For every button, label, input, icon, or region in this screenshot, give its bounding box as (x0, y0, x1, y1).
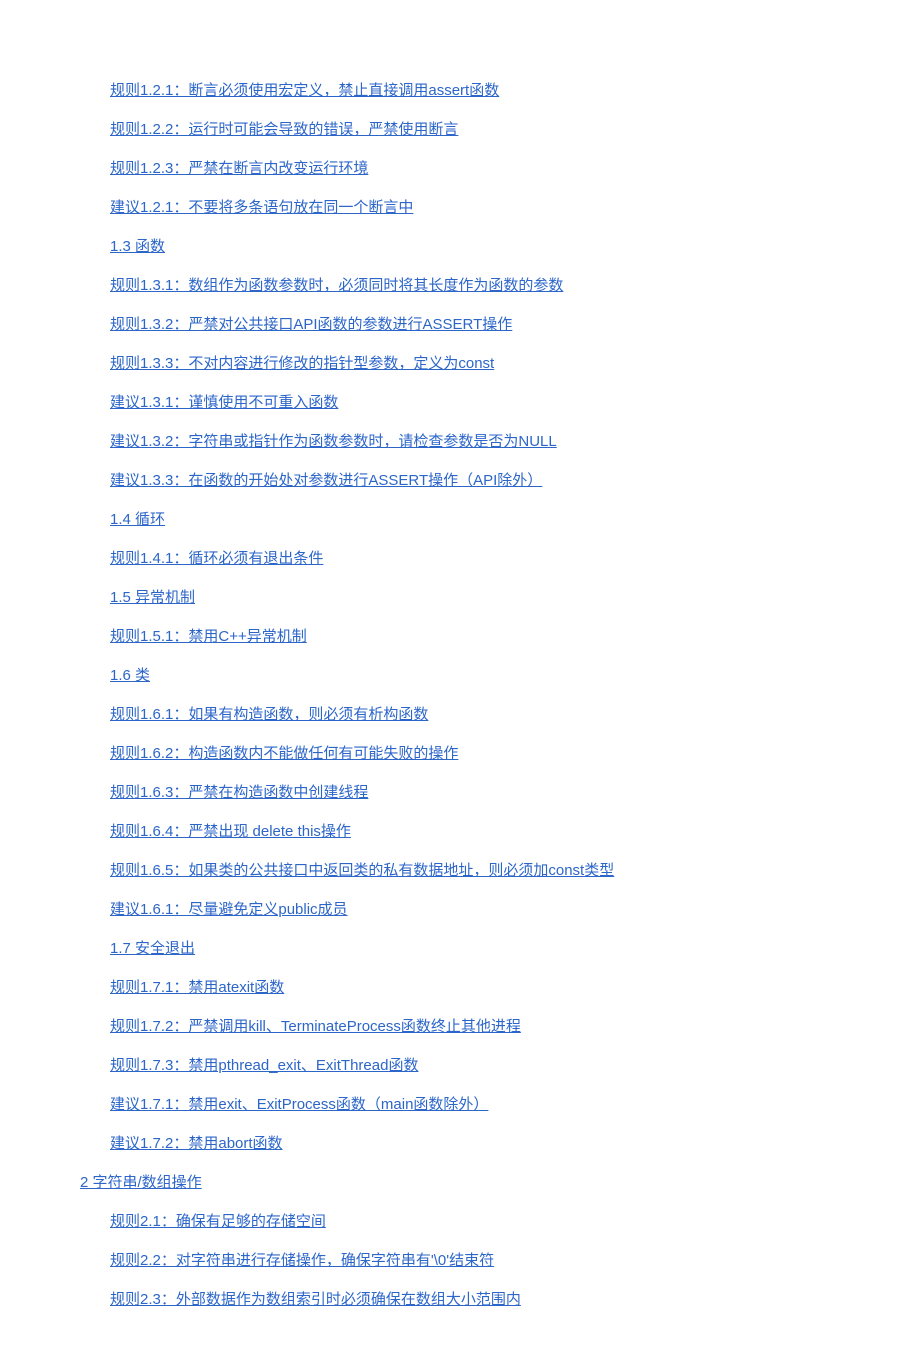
toc-link[interactable]: 1.5 异常机制 (110, 589, 195, 606)
toc-entry: 规则1.6.2：构造函数内不能做任何有可能失败的操作 (110, 743, 880, 764)
toc-entry: 规则1.6.5：如果类的公共接口中返回类的私有数据地址，则必须加const类型 (110, 860, 880, 881)
toc-link[interactable]: 规则1.3.1：数组作为函数参数时，必须同时将其长度作为函数的参数 (110, 277, 563, 294)
toc-entry: 建议1.2.1：不要将多条语句放在同一个断言中 (110, 197, 880, 218)
toc-link[interactable]: 规则1.6.3：严禁在构造函数中创建线程 (110, 784, 368, 801)
toc-link[interactable]: 1.6 类 (110, 667, 150, 684)
toc-link[interactable]: 建议1.6.1：尽量避免定义public成员 (110, 901, 348, 918)
toc-link[interactable]: 规则1.6.5：如果类的公共接口中返回类的私有数据地址，则必须加const类型 (110, 862, 614, 879)
toc-link[interactable]: 规则1.6.1：如果有构造函数，则必须有析构函数 (110, 706, 428, 723)
toc-entry: 1.7 安全退出 (110, 938, 880, 959)
toc-link[interactable]: 1.3 函数 (110, 238, 165, 255)
toc-entry: 规则1.3.2：严禁对公共接口API函数的参数进行ASSERT操作 (110, 314, 880, 335)
toc-link[interactable]: 规则1.3.3：不对内容进行修改的指针型参数，定义为const (110, 355, 494, 372)
toc-entry: 建议1.7.2：禁用abort函数 (110, 1133, 880, 1154)
toc-entry: 规则1.3.1：数组作为函数参数时，必须同时将其长度作为函数的参数 (110, 275, 880, 296)
toc-entry: 规则1.5.1：禁用C++异常机制 (110, 626, 880, 647)
toc-entry: 规则1.6.3：严禁在构造函数中创建线程 (110, 782, 880, 803)
toc-entry: 1.4 循环 (110, 509, 880, 530)
toc-link[interactable]: 建议1.7.2：禁用abort函数 (110, 1135, 283, 1152)
toc-link[interactable]: 规则1.2.3：严禁在断言内改变运行环境 (110, 160, 368, 177)
toc-link[interactable]: 规则1.4.1：循环必须有退出条件 (110, 550, 323, 567)
toc-link[interactable]: 建议1.3.1：谨慎使用不可重入函数 (110, 394, 338, 411)
toc-entry: 规则1.6.4：严禁出现 delete this操作 (110, 821, 880, 842)
toc-entry: 规则1.7.2：严禁调用kill、TerminateProcess函数终止其他进… (110, 1016, 880, 1037)
toc-entry: 规则1.4.1：循环必须有退出条件 (110, 548, 880, 569)
toc-entry: 规则1.7.1：禁用atexit函数 (110, 977, 880, 998)
toc-link[interactable]: 2 字符串/数组操作 (80, 1174, 202, 1191)
toc-link[interactable]: 规则1.2.1：断言必须使用宏定义，禁止直接调用assert函数 (110, 82, 499, 99)
toc-entry: 2 字符串/数组操作 (80, 1172, 880, 1193)
toc-entry: 建议1.6.1：尽量避免定义public成员 (110, 899, 880, 920)
toc-link[interactable]: 1.4 循环 (110, 511, 165, 528)
toc-entry: 规则1.3.3：不对内容进行修改的指针型参数，定义为const (110, 353, 880, 374)
toc-link[interactable]: 规则1.2.2：运行时可能会导致的错误，严禁使用断言 (110, 121, 458, 138)
toc-entry: 规则1.2.1：断言必须使用宏定义，禁止直接调用assert函数 (110, 80, 880, 101)
toc-link[interactable]: 建议1.7.1：禁用exit、ExitProcess函数（main函数除外） (110, 1096, 488, 1113)
toc-entry: 规则1.2.2：运行时可能会导致的错误，严禁使用断言 (110, 119, 880, 140)
toc-link[interactable]: 建议1.3.2：字符串或指针作为函数参数时，请检查参数是否为NULL (110, 433, 557, 450)
toc-entry: 规则1.6.1：如果有构造函数，则必须有析构函数 (110, 704, 880, 725)
toc-entry: 1.3 函数 (110, 236, 880, 257)
toc-entry: 建议1.7.1：禁用exit、ExitProcess函数（main函数除外） (110, 1094, 880, 1115)
toc-link[interactable]: 规则1.7.2：严禁调用kill、TerminateProcess函数终止其他进… (110, 1018, 521, 1035)
toc-entry: 规则1.2.3：严禁在断言内改变运行环境 (110, 158, 880, 179)
toc-link[interactable]: 建议1.3.3：在函数的开始处对参数进行ASSERT操作（API除外） (110, 472, 542, 489)
toc-link[interactable]: 规则1.6.4：严禁出现 delete this操作 (110, 823, 351, 840)
toc-entry: 规则1.7.3：禁用pthread_exit、ExitThread函数 (110, 1055, 880, 1076)
toc-entry: 建议1.3.1：谨慎使用不可重入函数 (110, 392, 880, 413)
toc-link[interactable]: 规则2.2：对字符串进行存储操作，确保字符串有'\0'结束符 (110, 1252, 494, 1269)
toc-link[interactable]: 规则1.6.2：构造函数内不能做任何有可能失败的操作 (110, 745, 458, 762)
toc-entry: 1.6 类 (110, 665, 880, 686)
toc-link[interactable]: 规则1.7.1：禁用atexit函数 (110, 979, 284, 996)
table-of-contents: 规则1.2.1：断言必须使用宏定义，禁止直接调用assert函数规则1.2.2：… (0, 80, 920, 1310)
toc-link[interactable]: 建议1.2.1：不要将多条语句放在同一个断言中 (110, 199, 413, 216)
toc-entry: 规则2.1：确保有足够的存储空间 (110, 1211, 880, 1232)
toc-entry: 建议1.3.3：在函数的开始处对参数进行ASSERT操作（API除外） (110, 470, 880, 491)
toc-entry: 规则2.3：外部数据作为数组索引时必须确保在数组大小范围内 (110, 1289, 880, 1310)
toc-link[interactable]: 1.7 安全退出 (110, 940, 195, 957)
toc-link[interactable]: 规则2.1：确保有足够的存储空间 (110, 1213, 326, 1230)
toc-entry: 1.5 异常机制 (110, 587, 880, 608)
toc-link[interactable]: 规则1.7.3：禁用pthread_exit、ExitThread函数 (110, 1057, 418, 1074)
toc-entry: 建议1.3.2：字符串或指针作为函数参数时，请检查参数是否为NULL (110, 431, 880, 452)
toc-entry: 规则2.2：对字符串进行存储操作，确保字符串有'\0'结束符 (110, 1250, 880, 1271)
toc-link[interactable]: 规则2.3：外部数据作为数组索引时必须确保在数组大小范围内 (110, 1291, 521, 1308)
toc-link[interactable]: 规则1.3.2：严禁对公共接口API函数的参数进行ASSERT操作 (110, 316, 512, 333)
toc-link[interactable]: 规则1.5.1：禁用C++异常机制 (110, 628, 307, 645)
